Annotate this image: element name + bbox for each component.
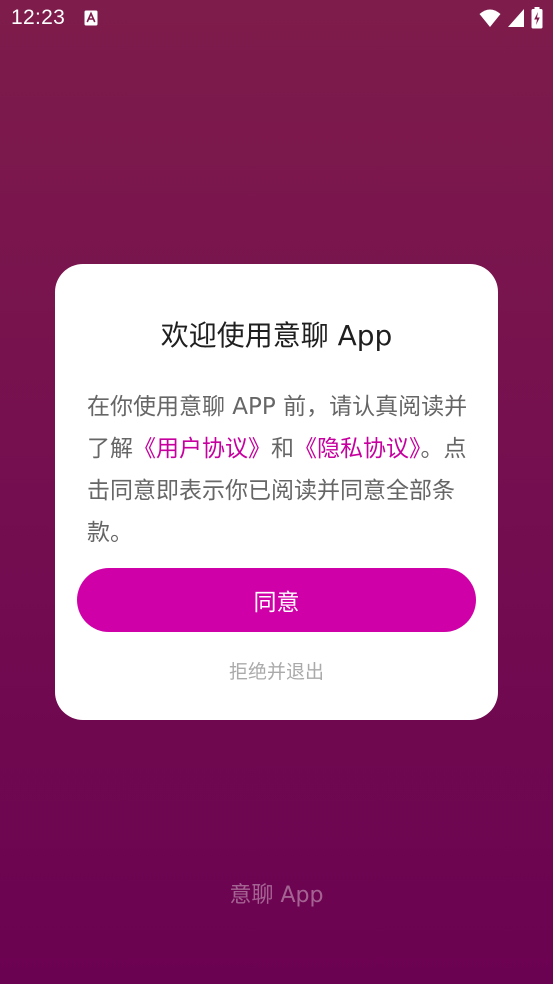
battery-charging-icon (531, 7, 543, 29)
user-agreement-link[interactable]: 《用户协议》 (133, 436, 271, 462)
cell-signal-icon (508, 9, 524, 27)
dialog-body: 在你使用意聊 APP 前，请认真阅读并了解《用户协议》和《隐私协议》。点击同意即… (87, 386, 473, 554)
agree-button[interactable]: 同意 (77, 568, 476, 632)
status-bar: 12:23 (0, 0, 553, 38)
wifi-icon (479, 9, 501, 27)
reject-and-exit-button[interactable]: 拒绝并退出 (55, 657, 498, 684)
footer-brand: 意聊 App (229, 883, 324, 908)
accessibility-a-icon (84, 10, 98, 26)
privacy-dialog: 欢迎使用意聊 App 在你使用意聊 APP 前，请认真阅读并了解《用户协议》和《… (55, 264, 498, 720)
dialog-title: 欢迎使用意聊 App (160, 319, 393, 352)
status-time: 12:23 (11, 6, 66, 29)
status-icons (479, 7, 543, 29)
privacy-policy-link[interactable]: 《隐私协议》 (294, 436, 421, 462)
dialog-body-conjunction: 和 (271, 436, 294, 462)
